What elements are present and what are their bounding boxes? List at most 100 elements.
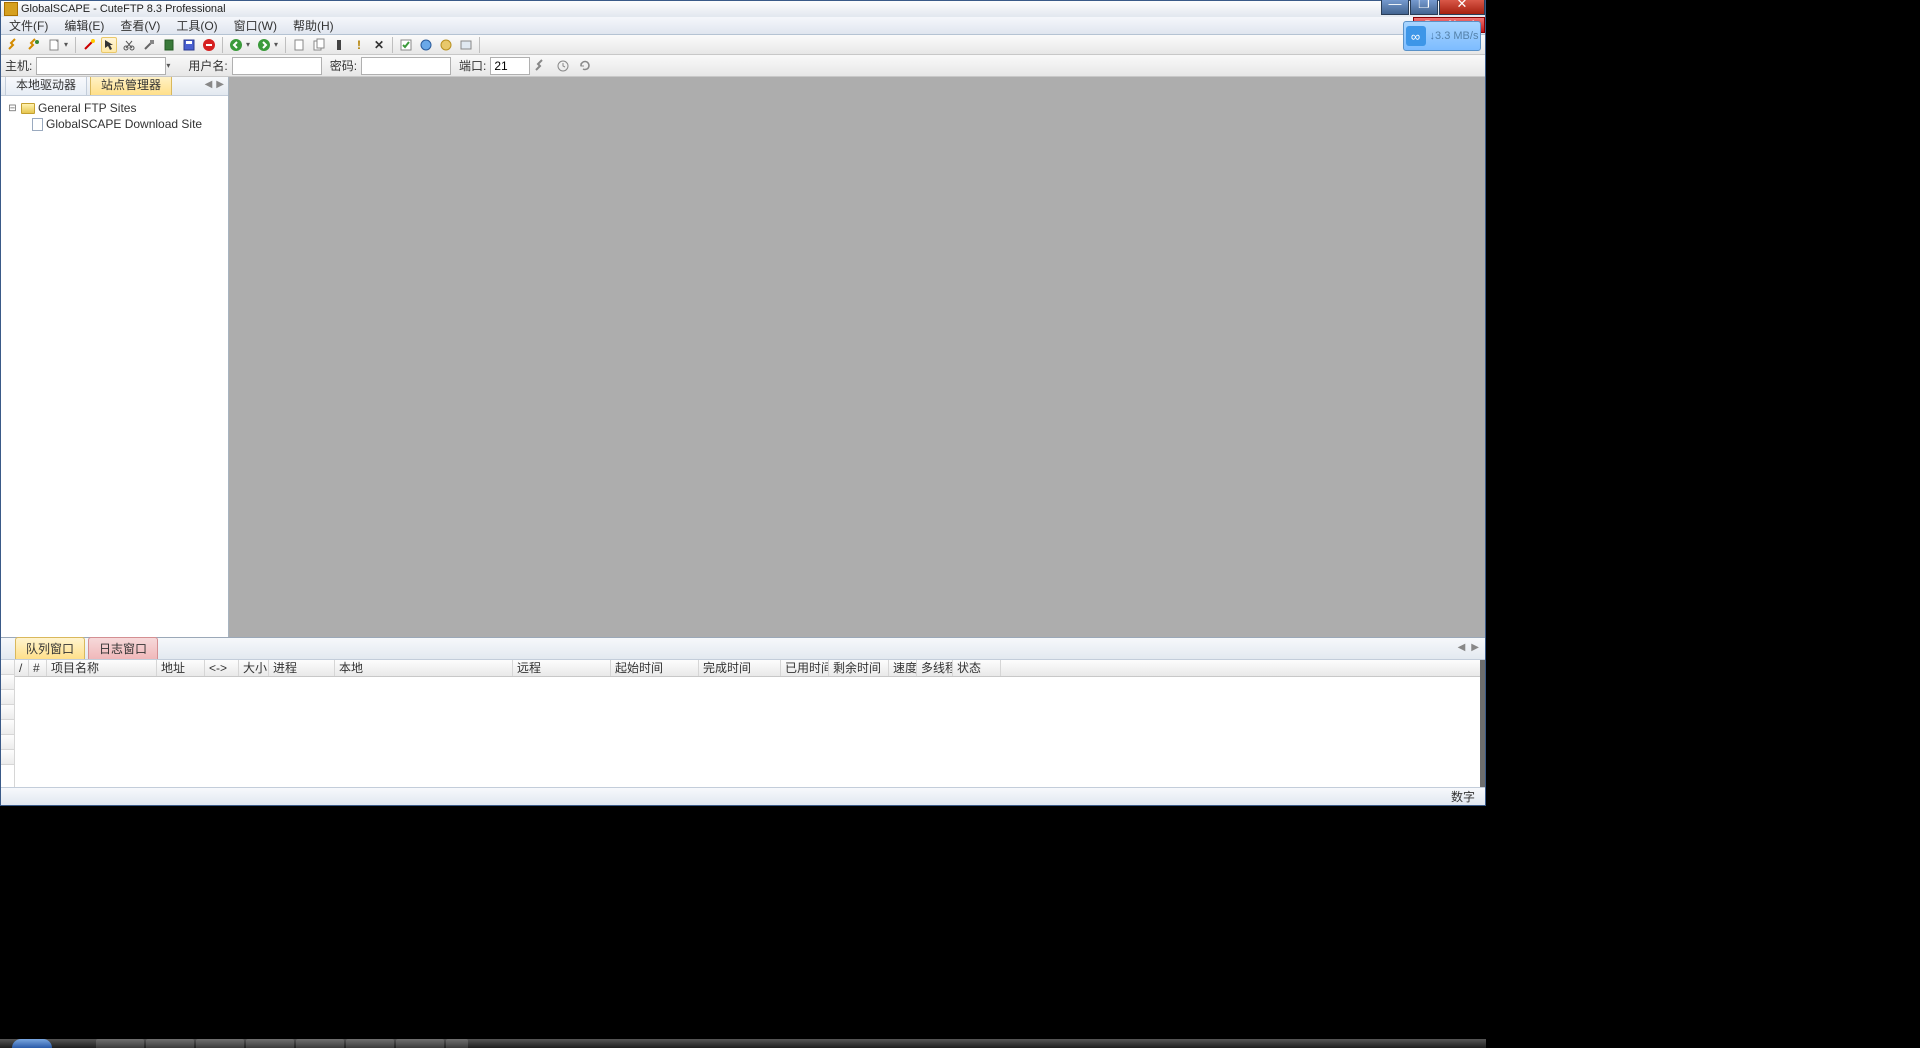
- taskbar[interactable]: [0, 1039, 1486, 1048]
- quick-connect-icon[interactable]: [533, 58, 549, 74]
- star-icon[interactable]: [438, 37, 454, 53]
- app-icon: [4, 2, 18, 16]
- tab-local-drives[interactable]: 本地驱动器: [5, 77, 87, 95]
- toolbar: ▾ ▾ ▾ ! ✕ ∞ ↓ 3.3 MB/s: [1, 35, 1485, 55]
- side-nav-right-icon[interactable]: ▶: [214, 79, 226, 90]
- grid-col[interactable]: 状态: [953, 660, 1001, 676]
- grid-col[interactable]: 地址: [157, 660, 205, 676]
- window-controls: — ❐ ✕: [1380, 0, 1485, 15]
- clock-icon[interactable]: [555, 58, 571, 74]
- tab-log[interactable]: 日志窗口: [88, 637, 158, 659]
- side-panel: 本地驱动器 站点管理器 ◀ ▶ ⊟ General FTP Sites Glob…: [1, 77, 229, 637]
- save-icon[interactable]: [181, 37, 197, 53]
- status-bar: 数字: [1, 787, 1485, 805]
- cloud-icon: ∞: [1406, 26, 1426, 46]
- check-icon[interactable]: [398, 37, 414, 53]
- window-title: GlobalSCAPE - CuteFTP 8.3 Professional: [21, 3, 1485, 15]
- dock-nav-left-icon[interactable]: ◀: [1455, 642, 1469, 653]
- pass-input[interactable]: [361, 57, 451, 75]
- menu-view[interactable]: 查看(V): [112, 17, 168, 34]
- dock: ✕ 队列窗口 日志窗口 ◀ ▶ /#项目名称地址<->大小进程本地远程起始时间完…: [1, 637, 1485, 787]
- host-input[interactable]: [36, 57, 166, 75]
- folder-icon: [21, 103, 35, 114]
- select-icon[interactable]: [101, 37, 117, 53]
- file-icon: [32, 118, 43, 131]
- grid-col[interactable]: 本地: [335, 660, 513, 676]
- host-label: 主机:: [5, 57, 32, 74]
- user-input[interactable]: [232, 57, 322, 75]
- refresh-icon[interactable]: [577, 58, 593, 74]
- speed-widget[interactable]: ∞ ↓ 3.3 MB/s: [1403, 21, 1481, 51]
- host-dropdown[interactable]: ▾: [166, 61, 174, 70]
- menu-help[interactable]: 帮助(H): [285, 17, 342, 34]
- queue-grid[interactable]: /#项目名称地址<->大小进程本地远程起始时间完成时间已用时间剩余时间速度多线程…: [1, 660, 1485, 787]
- grid-scrollbar[interactable]: [1480, 660, 1485, 787]
- grid-col[interactable]: 远程: [513, 660, 611, 676]
- grid-col[interactable]: 进程: [269, 660, 335, 676]
- app-window: GlobalSCAPE - CuteFTP 8.3 Professional —…: [0, 0, 1486, 806]
- site-tree[interactable]: ⊟ General FTP Sites GlobalSCAPE Download…: [1, 96, 228, 637]
- titlebar: GlobalSCAPE - CuteFTP 8.3 Professional —…: [1, 1, 1485, 17]
- status-right: 数字: [1451, 788, 1475, 805]
- menu-window[interactable]: 窗口(W): [226, 17, 285, 34]
- close-button[interactable]: ✕: [1439, 0, 1485, 15]
- tree-folder[interactable]: ⊟ General FTP Sites: [7, 100, 222, 116]
- new-dropdown[interactable]: ▾: [64, 40, 72, 49]
- menubar: 文件(F) 编辑(E) 查看(V) 工具(O) 窗口(W) 帮助(H) Buy …: [1, 17, 1485, 35]
- collapse-icon[interactable]: ⊟: [7, 103, 18, 114]
- side-nav-left-icon[interactable]: ◀: [203, 79, 215, 90]
- grid-header: /#项目名称地址<->大小进程本地远程起始时间完成时间已用时间剩余时间速度多线程…: [15, 660, 1485, 677]
- grid-col[interactable]: 起始时间: [611, 660, 699, 676]
- grid-col[interactable]: 已用时间: [781, 660, 829, 676]
- maximize-button[interactable]: ❐: [1410, 0, 1438, 15]
- grid-col[interactable]: 完成时间: [699, 660, 781, 676]
- dock-tabs: 队列窗口 日志窗口 ◀ ▶: [1, 638, 1485, 660]
- port-label: 端口:: [459, 57, 486, 74]
- remote-pane: [229, 77, 1485, 637]
- doc-icon[interactable]: [291, 37, 307, 53]
- forward-icon[interactable]: [256, 37, 272, 53]
- reconnect-icon[interactable]: [26, 37, 42, 53]
- menu-file[interactable]: 文件(F): [1, 17, 56, 34]
- grid-col[interactable]: #: [29, 660, 47, 676]
- grid-col[interactable]: <->: [205, 660, 239, 676]
- port-input[interactable]: [490, 57, 530, 75]
- speed-value: 3.3 MB/s: [1435, 30, 1478, 42]
- tree-item-label: GlobalSCAPE Download Site: [46, 117, 202, 131]
- flag-icon[interactable]: [331, 37, 347, 53]
- menu-tools[interactable]: 工具(O): [168, 17, 225, 34]
- globe-icon[interactable]: [418, 37, 434, 53]
- grid-col[interactable]: 剩余时间: [829, 660, 889, 676]
- new-icon[interactable]: [46, 37, 62, 53]
- forward-dropdown[interactable]: ▾: [274, 40, 282, 49]
- connection-bar: 主机: ▾ 用户名: 密码: 端口:: [1, 55, 1485, 77]
- delete-icon[interactable]: ✕: [371, 37, 387, 53]
- alert-icon[interactable]: !: [351, 37, 367, 53]
- back-icon[interactable]: [228, 37, 244, 53]
- grid-col[interactable]: /: [15, 660, 29, 676]
- cut-icon[interactable]: [121, 37, 137, 53]
- tree-item[interactable]: GlobalSCAPE Download Site: [7, 116, 222, 132]
- grid-col[interactable]: 项目名称: [47, 660, 157, 676]
- stop-icon[interactable]: [201, 37, 217, 53]
- main-body: 本地驱动器 站点管理器 ◀ ▶ ⊟ General FTP Sites Glob…: [1, 77, 1485, 637]
- minimize-button[interactable]: —: [1381, 0, 1409, 15]
- docs-icon[interactable]: [311, 37, 327, 53]
- user-label: 用户名:: [188, 57, 227, 74]
- grid-col[interactable]: 速度: [889, 660, 917, 676]
- back-dropdown[interactable]: ▾: [246, 40, 254, 49]
- connect-icon[interactable]: [6, 37, 22, 53]
- grid-col[interactable]: 大小: [239, 660, 269, 676]
- row-headers: [1, 660, 15, 787]
- dock-nav-right-icon[interactable]: ▶: [1468, 642, 1482, 653]
- tool-1-icon[interactable]: [141, 37, 157, 53]
- book-icon[interactable]: [161, 37, 177, 53]
- grid-col[interactable]: 多线程: [917, 660, 953, 676]
- menu-edit[interactable]: 编辑(E): [56, 17, 112, 34]
- pass-label: 密码:: [330, 57, 357, 74]
- window-icon[interactable]: [458, 37, 474, 53]
- tab-site-manager[interactable]: 站点管理器: [90, 77, 172, 95]
- tree-folder-label: General FTP Sites: [38, 101, 136, 115]
- wizard-icon[interactable]: [81, 37, 97, 53]
- tab-queue[interactable]: 队列窗口: [15, 637, 85, 659]
